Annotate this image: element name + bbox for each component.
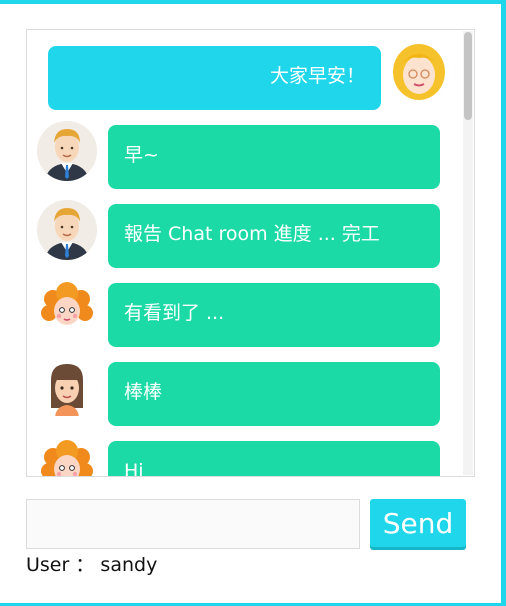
message-bubble-other: Hi: [108, 441, 440, 476]
red-haired-girl-avatar: [37, 437, 97, 476]
send-button[interactable]: Send: [370, 499, 466, 547]
message-bubble-other: 早~: [108, 125, 440, 189]
brown-haired-girl-avatar: [37, 358, 97, 418]
businessman-avatar: [37, 200, 97, 260]
businessman-avatar: [37, 121, 97, 181]
message-input[interactable]: [26, 499, 360, 549]
message-bubble-other: 報告 Chat room 進度 ... 完工: [108, 204, 440, 268]
user-label: User: [26, 554, 70, 576]
chat-scrollbar-thumb[interactable]: [464, 32, 472, 120]
current-user-line: User ： sandy: [26, 550, 157, 577]
message-bubble-self: 大家早安！: [48, 46, 381, 110]
blonde-woman-avatar: [389, 42, 449, 102]
message-bubble-other: 有看到了 ...: [108, 283, 440, 347]
red-haired-girl-avatar: [37, 279, 97, 339]
user-name: sandy: [100, 554, 158, 576]
chat-message-list[interactable]: 大家早安！ 早~ 報告 Chat room 進度 ... 完工 有看到了 ...…: [26, 29, 475, 477]
user-separator: ：: [75, 554, 95, 576]
message-bubble-other: 棒棒: [108, 362, 440, 426]
